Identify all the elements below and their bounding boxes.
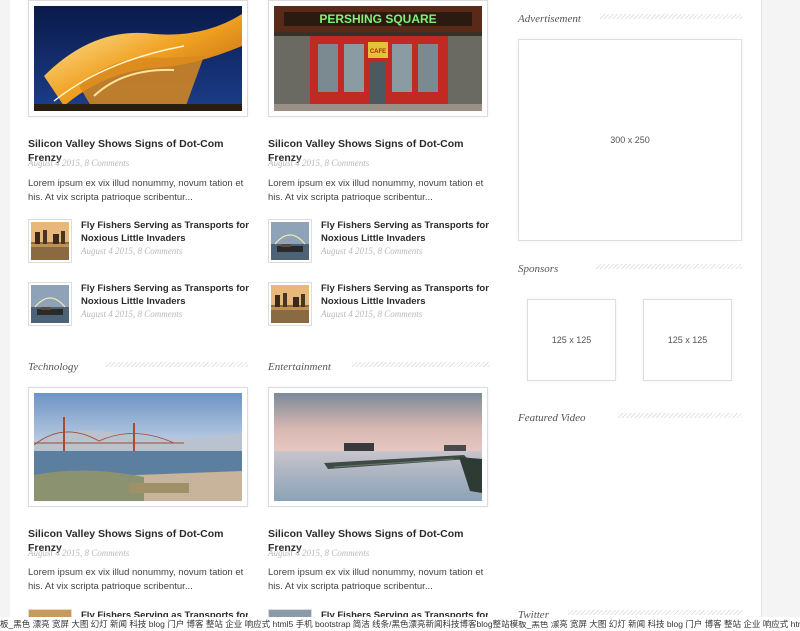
- mini-post-meta: August 4 2015, 8 Comments: [81, 309, 183, 319]
- widget-title: Sponsors: [518, 263, 567, 275]
- sponsor-ad-2[interactable]: 125 x 125: [643, 299, 732, 381]
- pershing-square-cafe-image: PERSHING SQUARE CAFE: [274, 6, 482, 111]
- widget-rule: [618, 413, 742, 418]
- content-column-middle: PERSHING SQUARE CAFE Silicon Valley Show…: [268, 0, 490, 631]
- ad-banner-300x250[interactable]: 300 x 250: [518, 39, 742, 241]
- cafe-sign-text: PERSHING SQUARE: [319, 12, 436, 26]
- list-item[interactable]: Fly Fishers Serving as Transports for No…: [268, 219, 489, 265]
- section-title: Technology: [28, 361, 87, 373]
- pier-at-dusk-image: [274, 393, 482, 501]
- mini-thumbnail[interactable]: [268, 282, 312, 326]
- widget-heading-sponsors: Sponsors: [518, 259, 742, 275]
- mini-post-title[interactable]: Fly Fishers Serving as Transports for No…: [81, 282, 249, 308]
- page-edge-border: [761, 0, 762, 631]
- widget-rule: [600, 14, 742, 19]
- mini-post-title[interactable]: Fly Fishers Serving as Transports for: [321, 609, 488, 617]
- post-excerpt: Lorem ipsum ex vix illud nonummy, novum …: [28, 178, 244, 203]
- mini-post-meta: August 4 2015, 8 Comments: [321, 309, 423, 319]
- widget-rule: [596, 264, 742, 269]
- section-title: Entertainment: [268, 361, 339, 373]
- widget-title: Twitter: [518, 609, 557, 621]
- mini-post-meta: August 4 2015, 8 Comments: [81, 246, 183, 256]
- sponsor-ad-1[interactable]: 125 x 125: [527, 299, 616, 381]
- section-heading-entertainment: Entertainment: [268, 357, 490, 373]
- ad-size-label: 125 x 125: [667, 335, 708, 345]
- mini-thumbnail[interactable]: [268, 219, 312, 263]
- mini-post-title[interactable]: Fly Fishers Serving as Transports for No…: [321, 219, 489, 245]
- post-meta: August 4 2015, 8 Comments: [28, 548, 130, 558]
- footer-keyword-strip: 板_黑色 漂亮 宽屏 大图 幻灯 新闻 科技 blog 门户 博客 整站 企业 …: [0, 617, 800, 631]
- list-item[interactable]: Fly Fishers Serving as Transports for No…: [28, 219, 249, 265]
- lake-sunset-image: [271, 285, 309, 323]
- post-meta: August 4 2015, 8 Comments: [268, 158, 370, 168]
- sidebar: Advertisement 300 x 250 Sponsors 125 x 1…: [518, 0, 742, 631]
- post-excerpt: Lorem ipsum ex vix illud nonummy, novum …: [268, 567, 484, 592]
- list-item[interactable]: Fly Fishers Serving as Transports for No…: [268, 282, 489, 328]
- mini-thumbnail[interactable]: [268, 609, 312, 617]
- cafe-sub-sign: CAFE: [370, 49, 386, 55]
- golden-gate-bridge-image: [34, 393, 242, 501]
- mini-post-title[interactable]: Fly Fishers Serving as Transports for No…: [321, 282, 489, 308]
- post-thumbnail[interactable]: [28, 387, 248, 507]
- mini-thumbnail[interactable]: [28, 282, 72, 326]
- pier-rainbow-image: [31, 285, 69, 323]
- ad-size-label: 300 x 250: [610, 135, 650, 145]
- widget-title: Featured Video: [518, 412, 594, 424]
- mini-post-title[interactable]: Fly Fishers Serving as Transports for: [81, 609, 248, 617]
- widget-heading-advertisement: Advertisement: [518, 9, 742, 25]
- post-excerpt: Lorem ipsum ex vix illud nonummy, novum …: [268, 178, 484, 203]
- post-thumbnail[interactable]: PERSHING SQUARE CAFE: [268, 0, 488, 117]
- section-heading-technology: Technology: [28, 357, 250, 373]
- list-item[interactable]: Fly Fishers Serving as Transports for: [268, 609, 488, 617]
- section-rule: [106, 362, 248, 367]
- widget-rule: [568, 610, 742, 615]
- list-item[interactable]: Fly Fishers Serving as Transports for No…: [28, 282, 249, 328]
- post-meta: August 4 2015, 8 Comments: [28, 158, 130, 168]
- mini-post-title[interactable]: Fly Fishers Serving as Transports for No…: [81, 219, 249, 245]
- widget-heading-featured-video: Featured Video: [518, 408, 742, 424]
- post-meta: August 4 2015, 8 Comments: [268, 548, 370, 558]
- content-column-left: Silicon Valley Shows Signs of Dot-Com Fr…: [28, 0, 250, 631]
- post-thumbnail[interactable]: [28, 0, 248, 117]
- list-item[interactable]: Fly Fishers Serving as Transports for: [28, 609, 248, 617]
- futuristic-building-image: [34, 6, 242, 111]
- widget-title: Advertisement: [518, 13, 589, 25]
- ad-size-label: 125 x 125: [551, 335, 592, 345]
- page-container: Silicon Valley Shows Signs of Dot-Com Fr…: [10, 0, 762, 631]
- mini-post-meta: August 4 2015, 8 Comments: [321, 246, 423, 256]
- mini-thumbnail[interactable]: [28, 609, 72, 617]
- post-excerpt: Lorem ipsum ex vix illud nonummy, novum …: [28, 567, 244, 592]
- section-rule: [352, 362, 490, 367]
- mini-thumbnail[interactable]: [28, 219, 72, 263]
- pier-rainbow-image: [271, 222, 309, 260]
- lake-sunset-image: [31, 222, 69, 260]
- post-thumbnail[interactable]: [268, 387, 488, 507]
